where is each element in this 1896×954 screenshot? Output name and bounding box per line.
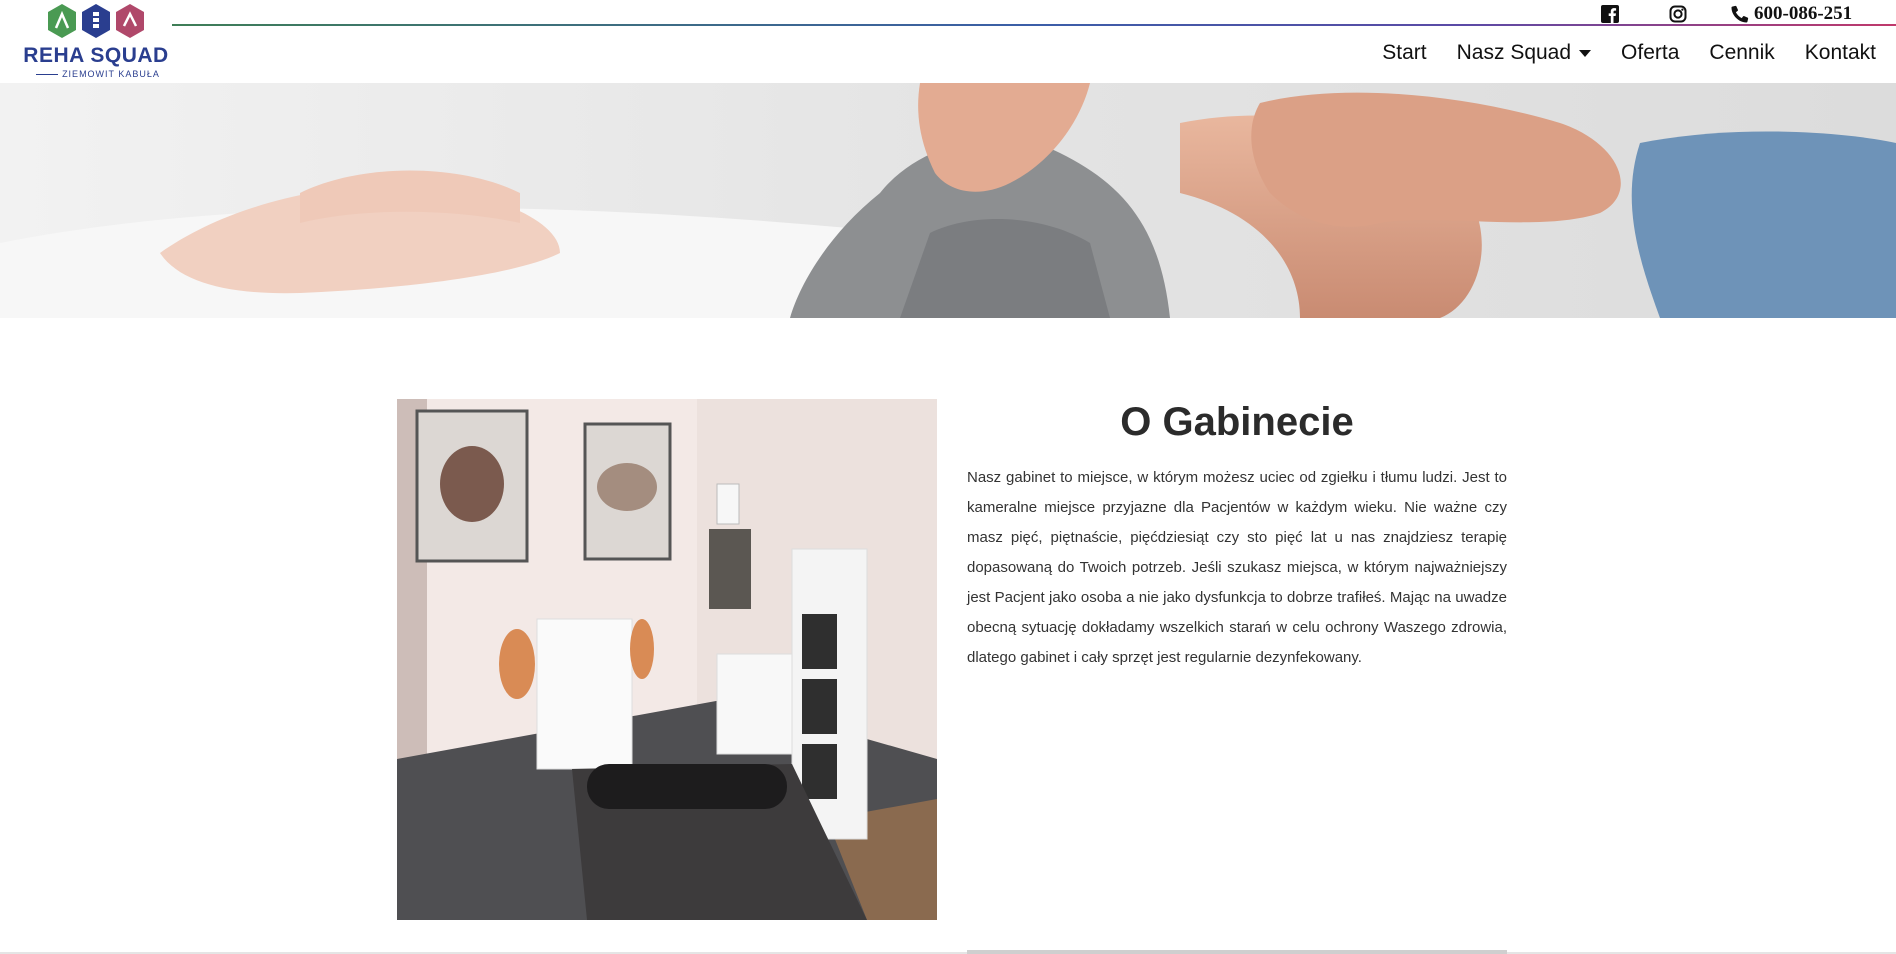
- about-title: O Gabinecie: [1120, 400, 1354, 444]
- logo-hexagons-icon: [48, 4, 144, 38]
- nav-label-start: Start: [1382, 41, 1427, 64]
- clinic-room-illustration: [397, 399, 937, 920]
- nav-label-oferta: Oferta: [1621, 41, 1680, 64]
- brand-name: REHA SQUAD: [23, 44, 169, 67]
- instagram-icon[interactable]: [1669, 5, 1687, 23]
- nav-label-nasz-squad: Nasz Squad: [1456, 41, 1572, 64]
- nav-item-oferta[interactable]: Oferta: [1621, 41, 1679, 65]
- nav-item-start[interactable]: Start: [1382, 41, 1426, 65]
- caret-down-icon: [1579, 49, 1592, 57]
- hero-banner-image: [0, 83, 1896, 318]
- nav-label-cennik: Cennik: [1709, 41, 1775, 64]
- site-header: REHA SQUAD ZIEMOWIT KABUŁA 600-086-251 S…: [0, 0, 1896, 83]
- phone-contact[interactable]: 600-086-251: [1731, 2, 1852, 26]
- phone-number: 600-086-251: [1754, 3, 1853, 24]
- about-description: Nasz gabinet to miejsce, w którym możesz…: [967, 469, 1507, 666]
- nav-item-cennik[interactable]: Cennik: [1709, 41, 1774, 65]
- nav-item-kontakt[interactable]: Kontakt: [1805, 41, 1876, 65]
- brand-logo[interactable]: REHA SQUAD ZIEMOWIT KABUŁA: [18, 2, 174, 82]
- next-section-image-edge: [967, 950, 1507, 954]
- header-gradient-line: [172, 24, 1896, 26]
- facebook-square-icon[interactable]: [1601, 5, 1619, 23]
- nav-label-kontakt: Kontakt: [1804, 41, 1876, 64]
- main-nav: Start Nasz Squad Oferta Cennik Kontakt: [1352, 40, 1876, 66]
- clinic-room-photo: [397, 399, 937, 920]
- phone-icon: [1731, 5, 1749, 23]
- nav-item-nasz-squad[interactable]: Nasz Squad: [1456, 41, 1592, 65]
- hero-illustration: [0, 83, 1896, 318]
